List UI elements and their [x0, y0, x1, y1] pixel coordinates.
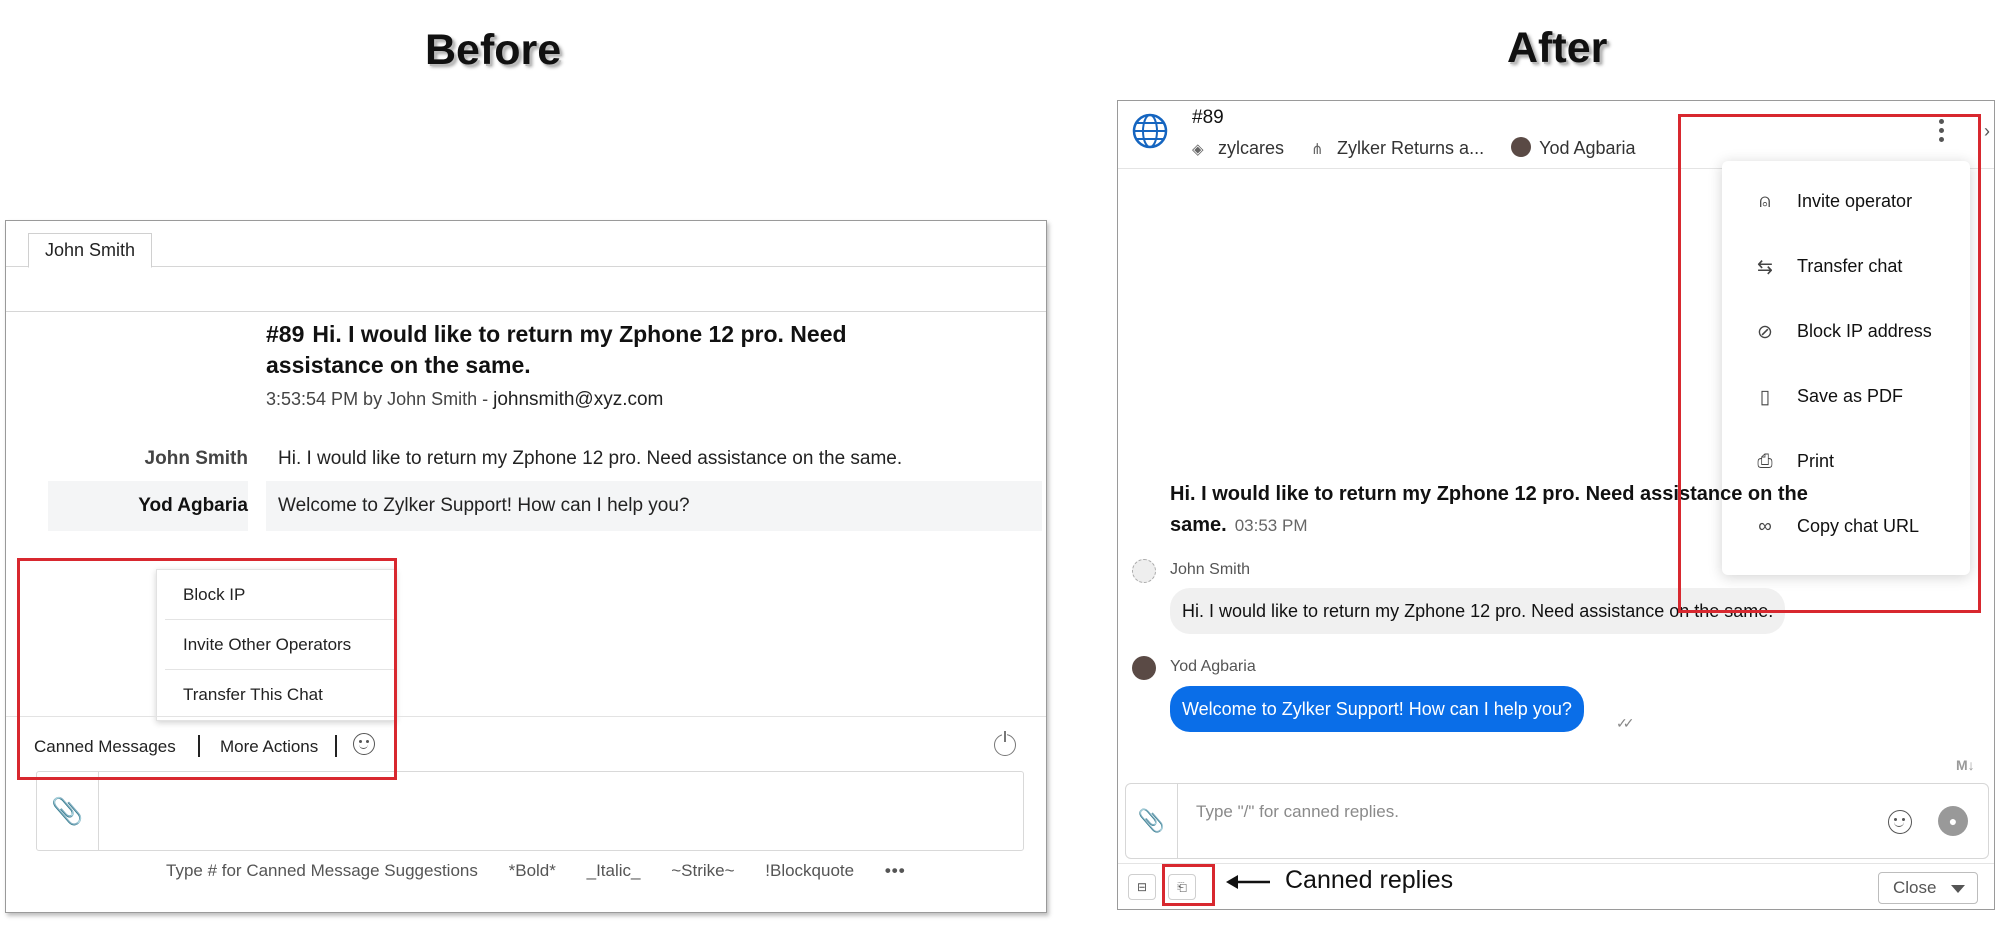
transfer-icon: ⇆ [1757, 257, 1773, 278]
tab-john-smith[interactable]: John Smith [28, 233, 153, 268]
menu-item-label: Copy chat URL [1797, 516, 1920, 536]
avatar [1511, 137, 1532, 157]
smiley-icon[interactable] [353, 733, 375, 755]
close-label: Close [1893, 878, 1937, 897]
compose-placeholder: Type "/" for canned replies. [1196, 802, 1399, 821]
menu-item-label: Block IP address [1797, 321, 1932, 341]
menu-item-save-pdf[interactable]: ▯ Save as PDF [1722, 364, 1970, 429]
hint-strike: ~Strike~ [671, 861, 735, 880]
chat-breadcrumbs: ◈ zylcares ⋔ Zylker Returns a... Yod Agbar… [1192, 137, 1658, 159]
paperclip-icon[interactable]: 📎 [37, 772, 99, 850]
menu-item-block-ip[interactable]: ⊘ Block IP address [1722, 299, 1970, 364]
crumb-operator[interactable]: Yod Agbaria [1511, 137, 1636, 159]
visitor-message-bubble: Hi. I would like to return my Zphone 12 … [1170, 588, 1786, 634]
pdf-icon: ▯ [1759, 387, 1771, 408]
paperclip-icon[interactable]: 📎 [1126, 784, 1178, 858]
after-heading: After [1507, 24, 1608, 72]
avatar [1132, 656, 1156, 680]
inbox-icon[interactable]: ⊟ [1128, 874, 1156, 900]
menu-item-transfer-chat[interactable]: ⇆ Transfer chat [1722, 234, 1970, 299]
hint-blockquote: !Blockquote [765, 861, 855, 880]
message-row: Yod Agbaria Welcome to Zylker Support! H… [48, 481, 1042, 531]
crumb-operator-label: Yod Agbaria [1539, 138, 1636, 158]
read-receipt-icon: ✓✓ [1616, 715, 1635, 731]
divider [6, 311, 1046, 312]
message-text: Hi. I would like to return my Zphone 12 … [278, 448, 903, 469]
message-input[interactable]: 📎 [36, 771, 1024, 851]
crumb-portal[interactable]: ◈ zylcares [1192, 138, 1284, 159]
print-icon: ⎙ [1757, 451, 1773, 472]
canned-messages-button[interactable]: Canned Messages [34, 737, 176, 757]
menu-item-label: Transfer chat [1797, 256, 1903, 276]
message-sender: John Smith [1170, 561, 1251, 578]
more-actions-button[interactable]: More Actions [220, 737, 318, 757]
message-row: John Smith Hi. I would like to return my… [48, 434, 1042, 484]
layers-icon: ◈ [1192, 141, 1204, 158]
menu-item-label: Save as PDF [1797, 386, 1904, 406]
crumb-portal-label: zylcares [1218, 138, 1285, 158]
emoji-icon[interactable] [1888, 810, 1912, 834]
crumb-department[interactable]: ⋔ Zylker Returns a... [1311, 138, 1484, 159]
chat-id: #89 [1192, 107, 1224, 128]
tab-bar: John Smith [6, 221, 1046, 268]
before-heading: Before [425, 26, 562, 74]
more-options-icon[interactable]: ••• [885, 861, 906, 880]
block-icon: ⊘ [1757, 322, 1773, 343]
message-sender: Yod Agbaria [1170, 658, 1256, 675]
canned-replies-annotation: Canned replies [1285, 866, 1454, 894]
after-chat-window: #89 ◈ zylcares ⋔ Zylker Returns a... Yod A… [1117, 100, 1995, 910]
close-button[interactable]: Close [1878, 872, 1978, 904]
action-bar: Canned Messages More Actions [6, 716, 1046, 768]
visitor-email: johnsmith@xyz.com [493, 389, 664, 410]
globe-icon [1132, 113, 1168, 149]
markdown-icon[interactable]: M↓ [1956, 757, 1975, 773]
chat-meta-time: 3:53:54 PM by John Smith - [266, 389, 494, 409]
chat-question: Hi. I would like to return my Zphone 12 … [1170, 479, 1810, 541]
message-sender: Yod Agbaria [48, 481, 248, 531]
operator-message-bubble: Welcome to Zylker Support! How can I hel… [1170, 686, 1584, 732]
menu-item-label: Print [1797, 451, 1835, 471]
microphone-icon[interactable]: ● [1938, 806, 1968, 836]
arrow-left-icon [1226, 875, 1270, 889]
kebab-menu-icon[interactable] [1939, 119, 1945, 145]
menu-item-block-ip[interactable]: Block IP [165, 570, 395, 620]
compose-box[interactable]: 📎 Type "/" for canned replies. ● [1125, 783, 1989, 859]
crumb-department-label: Zylker Returns a... [1337, 138, 1485, 158]
format-hints: Type # for Canned Message Suggestions *B… [166, 861, 932, 881]
more-actions-menu: Block IP Invite Other Operators Transfer… [156, 569, 396, 721]
before-chat-window: John Smith #89 Hi. I would like to return… [5, 220, 1047, 913]
department-icon: ⋔ [1311, 141, 1324, 158]
avatar [1132, 559, 1156, 583]
menu-item-invite-operator[interactable]: ⍝ Invite operator [1722, 169, 1970, 234]
message-text: Welcome to Zylker Support! How can I hel… [266, 481, 1042, 531]
chat-question: Hi. I would like to return my Zphone 12 … [266, 321, 847, 378]
separator [335, 735, 337, 757]
message-sender: John Smith [144, 448, 248, 469]
chat-title: #89 Hi. I would like to return my Zphone … [266, 319, 926, 381]
menu-item-label: Invite operator [1797, 191, 1913, 211]
chat-header: #89 ◈ zylcares ⋔ Zylker Returns a... Yod A… [1118, 101, 1994, 169]
hint-canned: Type # for Canned Message Suggestions [166, 861, 478, 880]
power-icon[interactable] [994, 730, 1016, 756]
hint-bold: *Bold* [508, 861, 556, 880]
chat-number: #89 [266, 321, 305, 347]
menu-item-transfer-chat[interactable]: Transfer This Chat [165, 670, 395, 720]
hint-italic: _Italic_ [586, 861, 641, 880]
separator [198, 735, 200, 757]
chevron-right-icon[interactable]: › [1984, 121, 1990, 142]
chevron-down-icon [1951, 885, 1965, 893]
canned-replies-icon[interactable]: ⎗ [1168, 874, 1196, 900]
invite-operator-icon: ⍝ [1759, 191, 1771, 212]
question-time: 03:53 PM [1234, 516, 1308, 535]
chat-meta: 3:53:54 PM by John Smith - johnsmith@xyz… [266, 389, 663, 411]
menu-item-invite-operators[interactable]: Invite Other Operators [165, 620, 395, 670]
